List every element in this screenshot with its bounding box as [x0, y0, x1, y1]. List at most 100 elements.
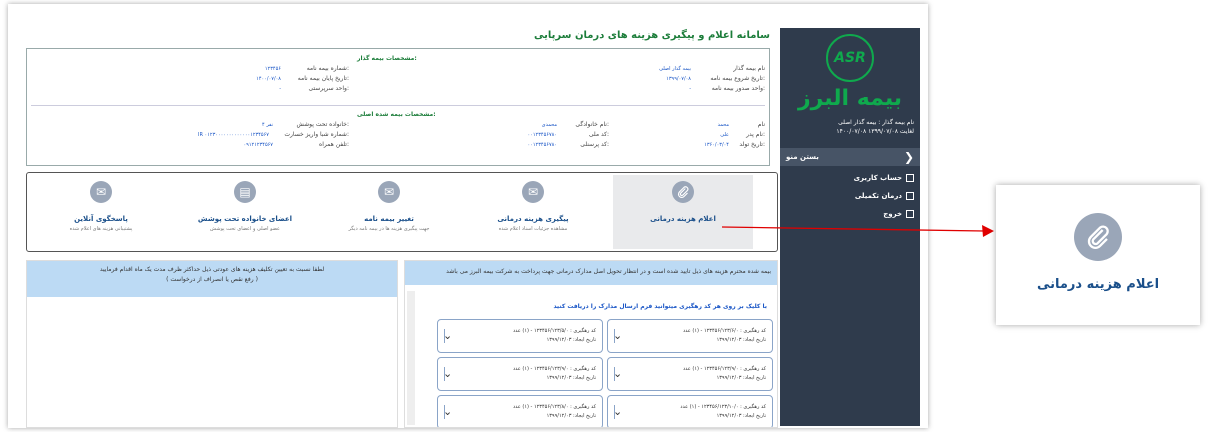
card-title: اعضای خانواده تحت پوشش: [197, 215, 293, 223]
tracking-date: تاریخ ایجاد: ۱۳۹۹/۱۲/۰۳: [716, 375, 766, 381]
field-value: -: [689, 86, 691, 92]
tracking-code: کد رهگیری : ۱۲۳۴۵۶/۱۲۳/۹/۰ - (۱) عدد: [512, 366, 596, 372]
menu-toggle-label: بستن منو: [786, 153, 819, 161]
card-subtitle: جهت پیگیری هزینه ها در بیمه نامه دیگر: [348, 226, 430, 232]
card-subtitle: پشتیبانی هزینه های اعلام شده: [69, 226, 133, 232]
logo-mark: ASR: [834, 50, 866, 66]
info-panel: مشخصات بیمه گذار: نام بیمه گذار بیمه گذا…: [26, 48, 770, 166]
panel-text: ( رفع نقص یا انصراف از درخواست ): [166, 276, 258, 283]
zoomed-card-title: اعلام هزینه درمانی: [1036, 277, 1160, 292]
field-label: نام پدر:: [746, 131, 765, 138]
field-value: ۱۳۶۰/۰۳/۰۴: [704, 142, 729, 148]
field-value: محمدی: [541, 122, 557, 128]
page-title: سامانه اعلام و پیگیری هزینه های درمان سر…: [534, 30, 770, 41]
scrollbar[interactable]: [407, 291, 415, 425]
tracking-card[interactable]: کد رهگیری : ۱۲۳۴۵۶/۱۲۳/۸/۰ - (۱) عدد تار…: [437, 395, 603, 427]
sidebar-item-account[interactable]: حساب کاربری: [854, 174, 914, 182]
card-title: پاسخگوی آنلاین: [74, 215, 128, 223]
chevron-down-icon: ⌄: [443, 367, 459, 381]
card-subtitle: عضو اصلی و اعضای تحت پوشش: [210, 226, 280, 232]
field-value: ۰۹۱۲۱۲۳۴۵۶۷: [243, 142, 273, 148]
tracking-date: تاریخ ایجاد: ۱۳۹۹/۱۲/۰۳: [546, 413, 596, 419]
field-value: -: [279, 86, 281, 92]
approved-expenses-header: بیمه شده محترم هزینه های ذیل تایید شده ا…: [405, 261, 777, 285]
tracking-date: تاریخ ایجاد: ۱۳۹۹/۱۲/۰۳: [716, 413, 766, 419]
tracking-card[interactable]: کد رهگیری : ۱۲۳۴۵۶/۱۲۳/۹/۰ - (۱) عدد تار…: [437, 357, 603, 391]
field-value: ۰۰۱۲۳۴۵۶۷۸۰: [527, 142, 557, 148]
sidebar-item-logout[interactable]: خروج: [883, 210, 914, 218]
divider: [31, 105, 765, 106]
tracking-card[interactable]: کد رهگیری : ۱۲۳۴۵۶/۱۲۳/۱۰/۰ - (۱) عدد تا…: [607, 395, 773, 427]
card-change-policy[interactable]: ✉ تغییر بیمه نامه جهت پیگیری هزینه ها در…: [319, 175, 459, 249]
field-value: ۰۰۱۲۳۴۵۶۷۸۰: [527, 132, 557, 138]
field-label: کد پرسنلی:: [580, 141, 609, 148]
briefcase-icon: [906, 192, 914, 200]
document-icon: ▤: [234, 181, 256, 203]
tracking-code: کد رهگیری : ۱۲۳۴۵۶/۱۲۳/۸/۰ - (۱) عدد: [512, 404, 596, 410]
insurer-section-title: مشخصات بیمه گذار:: [357, 55, 417, 62]
field-label: تاریخ پایان بیمه نامه:: [297, 75, 349, 82]
menu-toggle[interactable]: بستن منو ❯: [780, 148, 920, 166]
card-title: تغییر بیمه نامه: [364, 215, 414, 223]
field-value: ۴ نفر: [262, 122, 273, 128]
tracking-card[interactable]: کد رهگیری : ۱۲۳۴۵۶/۱۲۳/۶/۰ - (۱) عدد تار…: [607, 319, 773, 353]
field-label: تاریخ شروع بیمه نامه:: [710, 75, 765, 82]
chevron-down-icon: ⌄: [613, 405, 629, 419]
field-label: واحد سرپرستی:: [308, 85, 349, 92]
field-value: IR ۰۱۲۳۰۰۰۰۰۰۰۰۰۰۰۰۰۱۲۳۴۵۶۷: [198, 132, 269, 138]
tracking-date: تاریخ ایجاد: ۱۳۹۹/۱۲/۰۳: [546, 337, 596, 343]
field-label: شماره بیمه نامه:: [306, 65, 349, 72]
mail-icon: ✉: [378, 181, 400, 203]
tracking-card[interactable]: کد رهگیری : ۱۲۳۴۵۶/۱۲۳/۹/۰ - (۱) عدد تار…: [607, 357, 773, 391]
field-label: واحد صدور بیمه نامه:: [711, 85, 765, 92]
brand-name: بیمه البرز: [797, 86, 903, 111]
action-cards: اعلام هزینه درمانی ✉ پیگیری هزینه درمانی…: [26, 172, 778, 252]
tracking-date: تاریخ ایجاد: ۱۳۹۹/۱۲/۰۳: [546, 375, 596, 381]
mail-icon: ✉: [522, 181, 544, 203]
field-label: تلفن همراه:: [319, 141, 349, 148]
sidebar-item-label: حساب کاربری: [853, 174, 902, 182]
card-family-members[interactable]: ▤ اعضای خانواده تحت پوشش عضو اصلی و اعضا…: [175, 175, 315, 249]
policy-info: نام بیمه گذار : بیمه گذار اصلی ۱۴۰۰/۰۷/۰…: [786, 118, 914, 136]
card-track-expense[interactable]: ✉ پیگیری هزینه درمانی مشاهده جزئیات اسنا…: [463, 175, 603, 249]
sidebar-item-treatment[interactable]: درمان تکمیلی: [855, 192, 914, 200]
paperclip-icon: [1074, 213, 1122, 261]
brand-logo: ASR: [826, 34, 874, 82]
tracking-code: کد رهگیری : ۱۲۳۴۵۶/۱۲۳/۱۰/۰ - (۱) عدد: [680, 404, 766, 410]
field-label: شماره شبا واریز خسارت:: [284, 131, 349, 138]
sidebar-item-label: درمان تکمیلی: [854, 192, 902, 200]
card-subtitle: مشاهده جزئیات اسناد اعلام شده: [498, 226, 568, 232]
chevron-left-icon: ❯: [903, 150, 914, 164]
tracking-code: کد رهگیری : ۱۲۳۴۵۶/۱۲۳/۹/۰ - (۱) عدد: [682, 366, 766, 372]
tracking-code: کد رهگیری : ۱۲۳۴۵۶/۱۲۳/۵/۰ - (۱) عدد: [512, 328, 596, 334]
insured-section-title: مشخصات بیمه شده اصلی:: [357, 111, 436, 118]
field-value: ۱۴۰۰/۰۷/۰۸: [256, 76, 281, 82]
panel-subtext: با کلیک بر روی هر کد رهگیری میتوانید فرم…: [553, 303, 767, 310]
user-icon: [906, 174, 914, 182]
field-value: علی: [720, 132, 729, 138]
chevron-down-icon: ⌄: [443, 329, 459, 343]
chevron-down-icon: ⌄: [443, 405, 459, 419]
approved-expenses-panel: بیمه شده محترم هزینه های ذیل تایید شده ا…: [404, 260, 778, 428]
zoomed-card: اعلام هزینه درمانی: [996, 185, 1200, 325]
app-window: ASR بیمه البرز نام بیمه گذار : بیمه گذار…: [8, 4, 928, 428]
field-value: ۱۳۹۹/۰۷/۰۸: [666, 76, 691, 82]
field-label: نام: [757, 121, 765, 128]
logout-icon: [906, 210, 914, 218]
field-value: محمد: [717, 122, 729, 128]
field-label: نام خانوادگی:: [575, 121, 609, 128]
field-label: تاریخ تولد:: [739, 141, 765, 148]
chevron-down-icon: ⌄: [613, 367, 629, 381]
policy-period: ۱۴۰۰/۰۷/۰۸ لغایت ۱۳۹۹/۰۷/۰۸: [836, 128, 914, 135]
sidebar-item-label: خروج: [883, 210, 902, 218]
returned-expenses-header: لطفا نسبت به تعیین تکلیف هزینه های عودتی…: [27, 261, 397, 297]
card-online-support[interactable]: ✉ پاسخگوی آنلاین پشتیبانی هزینه های اعلا…: [31, 175, 171, 249]
field-label: کد ملی:: [588, 131, 609, 138]
tracking-date: تاریخ ایجاد: ۱۳۹۹/۱۲/۰۳: [716, 337, 766, 343]
returned-expenses-panel: لطفا نسبت به تعیین تکلیف هزینه های عودتی…: [26, 260, 398, 428]
tracking-card[interactable]: کد رهگیری : ۱۲۳۴۵۶/۱۲۳/۵/۰ - (۱) عدد تار…: [437, 319, 603, 353]
card-title: پیگیری هزینه درمانی: [497, 215, 569, 223]
panel-text: لطفا نسبت به تعیین تکلیف هزینه های عودتی…: [99, 266, 325, 273]
paperclip-icon: [672, 181, 694, 203]
tracking-code: کد رهگیری : ۱۲۳۴۵۶/۱۲۳/۶/۰ - (۱) عدد: [682, 328, 766, 334]
